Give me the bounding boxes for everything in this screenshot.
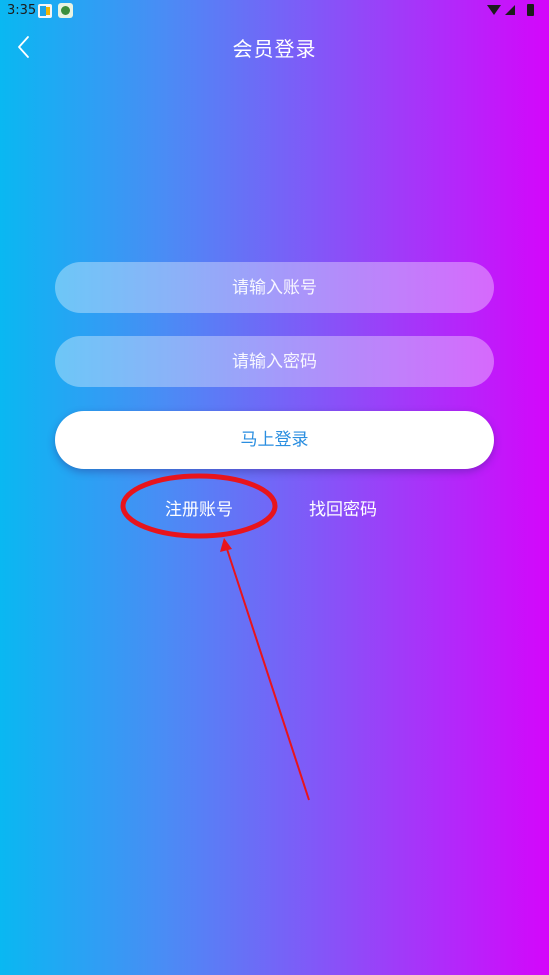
status-icons — [479, 4, 539, 18]
login-button[interactable]: 马上登录 — [55, 411, 494, 469]
app-notification-icon — [38, 4, 52, 18]
status-time: 3:35 — [7, 3, 37, 18]
password-input[interactable] — [55, 336, 494, 387]
status-bar: 3:35 — [0, 0, 549, 22]
forgot-password-link[interactable]: 找回密码 — [309, 495, 377, 520]
app-notification-icon — [58, 3, 73, 18]
register-link[interactable]: 注册账号 — [165, 495, 233, 520]
account-input[interactable] — [55, 262, 494, 313]
login-screen: 3:35 会员登录 马上登录 注册账号 找回密码 — [0, 0, 549, 975]
page-title: 会员登录 — [232, 37, 317, 61]
annotation-overlay — [120, 473, 310, 801]
wifi-icon — [487, 5, 501, 15]
battery-icon — [527, 4, 534, 16]
signal-icon — [505, 5, 515, 15]
annotation-arrow-line — [225, 545, 310, 801]
annotation-arrow-head — [220, 538, 232, 552]
